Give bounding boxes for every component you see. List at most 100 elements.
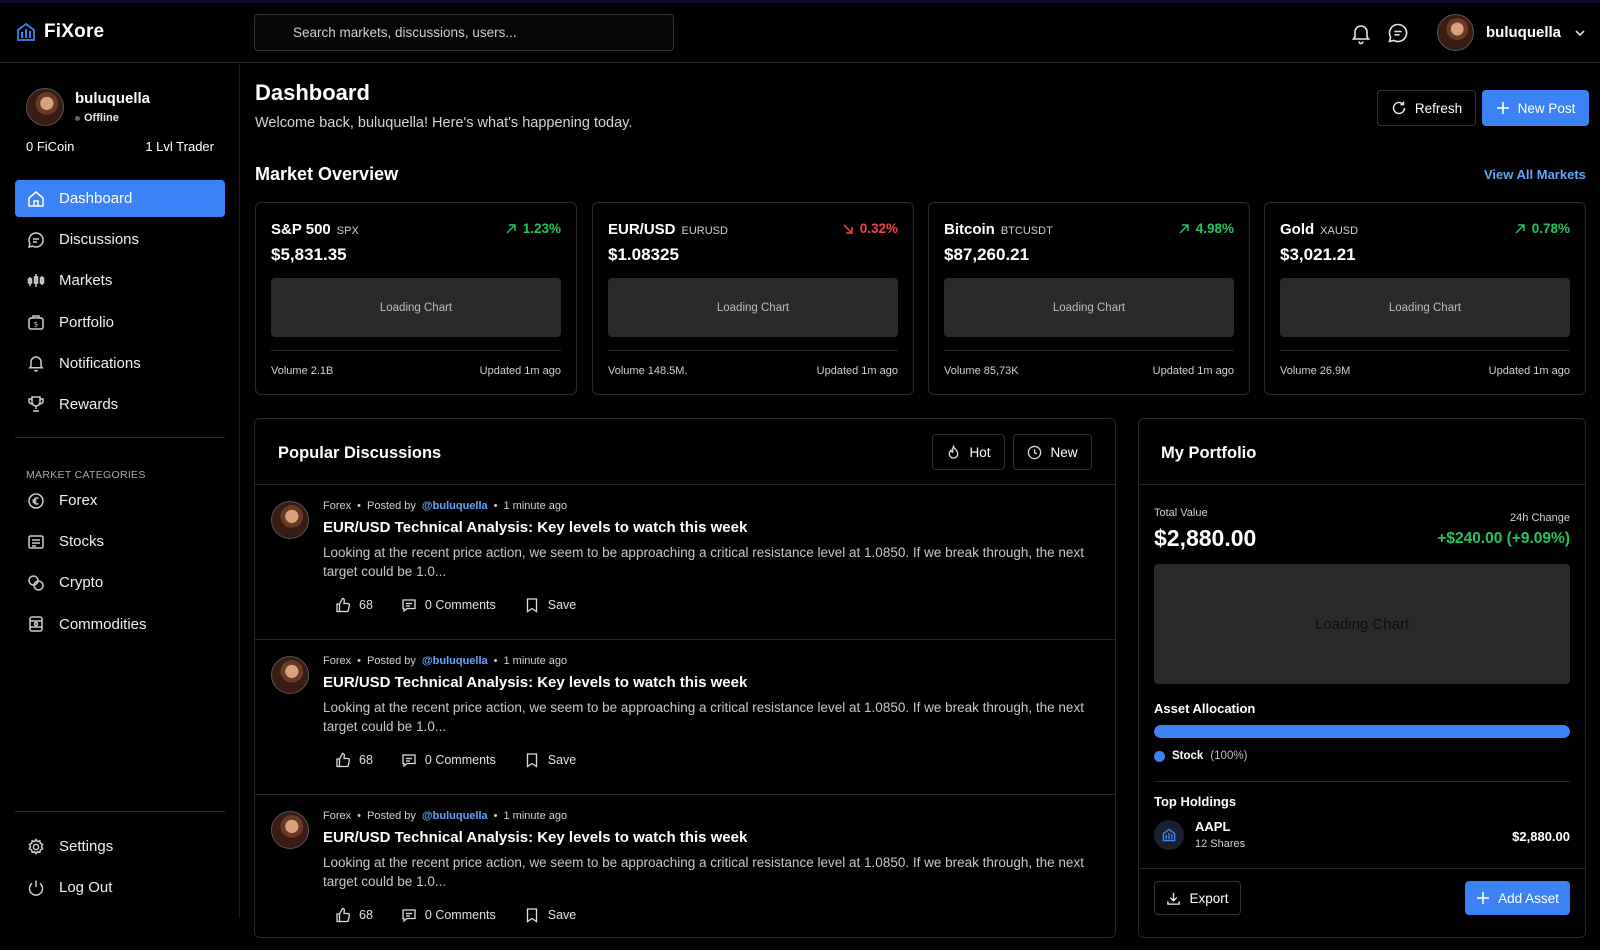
- user-menu[interactable]: buluquella: [1437, 14, 1587, 51]
- add-asset-label: Add Asset: [1498, 890, 1559, 906]
- nav-item-settings[interactable]: Settings: [15, 828, 225, 865]
- post-time: 1 minute ago: [503, 810, 568, 822]
- comments-button[interactable]: 0 Comments: [401, 907, 496, 923]
- discussion-post[interactable]: Forex • Posted by @buluquella • 1 minute a…: [255, 640, 1115, 795]
- market-name-text: Bitcoin: [944, 221, 995, 238]
- app-logo[interactable]: FiXore: [16, 21, 104, 43]
- nav-item-commodities[interactable]: Commodities: [15, 606, 225, 643]
- nav-item-discussions[interactable]: Discussions: [15, 221, 225, 258]
- add-asset-button[interactable]: Add Asset: [1465, 881, 1570, 915]
- discussion-post[interactable]: Forex • Posted by @buluquella • 1 minute a…: [255, 795, 1115, 950]
- export-label: Export: [1189, 890, 1229, 906]
- post-time: 1 minute ago: [503, 500, 568, 512]
- top-header: FiXore buluquella: [0, 3, 1600, 63]
- market-card[interactable]: EUR/USD EURUSD 0.32% $1.08325 Loading Cha…: [592, 202, 914, 395]
- logo-icon: [1162, 828, 1176, 842]
- new-filter-button[interactable]: New: [1013, 434, 1092, 470]
- ficoin-count: 0 FiCoin: [26, 139, 75, 154]
- nav-item-notifications[interactable]: Notifications: [15, 345, 225, 382]
- nav-item-stocks[interactable]: Stocks: [15, 523, 225, 560]
- discussion-post[interactable]: Forex • Posted by @buluquella • 1 minute a…: [255, 485, 1115, 640]
- market-card[interactable]: Bitcoin BTCUSDT 4.98% $87,260.21 Loading …: [928, 202, 1250, 395]
- market-change-value: 1.23%: [522, 221, 561, 236]
- panel-header: My Portfolio: [1139, 419, 1585, 485]
- power-icon: [28, 880, 44, 896]
- legend-percent: (100%): [1210, 750, 1248, 762]
- market-name: S&P 500 SPX: [271, 221, 359, 238]
- nav-item-crypto[interactable]: Crypto: [15, 564, 225, 601]
- nav-item-dashboard[interactable]: Dashboard: [15, 180, 225, 217]
- post-category[interactable]: Forex: [323, 810, 351, 822]
- avatar[interactable]: [26, 88, 64, 126]
- market-volume: Volume 2.1B: [271, 365, 334, 377]
- asset-allocation-label: Asset Allocation: [1154, 701, 1256, 716]
- nav-item-label: Log Out: [59, 879, 113, 897]
- panel-title: My Portfolio: [1161, 444, 1257, 462]
- chevron-down-icon: [1575, 29, 1585, 36]
- nav-item-markets[interactable]: Markets: [15, 262, 225, 299]
- divider: [15, 811, 225, 812]
- comment-icon: [402, 909, 416, 923]
- market-updated: Updated 1m ago: [816, 365, 898, 377]
- save-button[interactable]: Save: [524, 752, 576, 768]
- market-symbol: XAUSD: [1320, 225, 1359, 237]
- like-button[interactable]: 68: [335, 597, 373, 613]
- save-button[interactable]: Save: [524, 597, 576, 613]
- hot-filter-button[interactable]: Hot: [932, 434, 1005, 470]
- post-author-link[interactable]: @buluquella: [422, 810, 488, 822]
- post-category[interactable]: Forex: [323, 655, 351, 667]
- nav-item-portfolio[interactable]: $ Portfolio: [15, 304, 225, 341]
- nav-item-forex[interactable]: Forex: [15, 482, 225, 519]
- market-updated: Updated 1m ago: [479, 365, 561, 377]
- nav-item-logout[interactable]: Log Out: [15, 869, 225, 906]
- save-button[interactable]: Save: [524, 907, 576, 923]
- briefcase-icon: $: [28, 315, 44, 330]
- post-title[interactable]: EUR/USD Technical Analysis: Key levels t…: [323, 519, 747, 536]
- thumbs-up-icon: [336, 907, 351, 923]
- post-author-link[interactable]: @buluquella: [422, 655, 488, 667]
- post-category[interactable]: Forex: [323, 500, 351, 512]
- avatar[interactable]: [271, 811, 309, 849]
- comment-count: 0 Comments: [424, 908, 496, 922]
- home-icon: [28, 190, 44, 207]
- avatar[interactable]: [271, 501, 309, 539]
- post-author-link[interactable]: @buluquella: [422, 500, 488, 512]
- market-card[interactable]: S&P 500 SPX 1.23% $5,831.35 Loading Chart…: [255, 202, 577, 395]
- view-all-markets-link[interactable]: View All Markets: [1484, 167, 1586, 182]
- search-input[interactable]: [255, 15, 673, 50]
- market-change-value: 0.78%: [1531, 221, 1570, 236]
- stocks-icon: [28, 534, 44, 549]
- post-title[interactable]: EUR/USD Technical Analysis: Key levels t…: [323, 829, 747, 846]
- post-meta: Forex • Posted by @buluquella • 1 minute a…: [323, 500, 567, 512]
- markets-icon: [27, 273, 45, 287]
- plus-icon: [1477, 892, 1490, 904]
- status-text: Offline: [84, 112, 119, 124]
- comments-button[interactable]: 0 Comments: [401, 597, 496, 613]
- market-price: $3,021.21: [1280, 245, 1356, 264]
- like-button[interactable]: 68: [335, 752, 373, 768]
- new-post-button[interactable]: New Post: [1482, 90, 1589, 126]
- refresh-label: Refresh: [1414, 100, 1463, 116]
- like-button[interactable]: 68: [335, 907, 373, 923]
- market-card[interactable]: Gold XAUSD 0.78% $3,021.21 Loading Chart …: [1264, 202, 1586, 395]
- avatar[interactable]: [271, 656, 309, 694]
- nav-item-label: Commodities: [59, 615, 147, 633]
- nav-item-label: Portfolio: [59, 313, 115, 331]
- bell-icon[interactable]: [1349, 21, 1373, 45]
- nav-item-rewards[interactable]: Rewards: [15, 386, 225, 423]
- refresh-icon: [1392, 101, 1406, 115]
- nav-item-label: Dashboard: [59, 190, 133, 207]
- market-price: $5,831.35: [271, 245, 347, 264]
- market-change: 0.32%: [842, 221, 898, 236]
- header-username: buluquella: [1486, 24, 1561, 41]
- chart-placeholder: Loading Chart: [608, 278, 898, 337]
- messages-icon[interactable]: [1386, 21, 1410, 45]
- divider: [944, 350, 1234, 351]
- refresh-button[interactable]: Refresh: [1377, 90, 1476, 126]
- status-dot: [75, 115, 80, 121]
- download-icon: [1167, 892, 1181, 905]
- holding-symbol[interactable]: AAPL: [1195, 819, 1230, 834]
- comments-button[interactable]: 0 Comments: [401, 752, 496, 768]
- export-button[interactable]: Export: [1154, 881, 1241, 915]
- post-title[interactable]: EUR/USD Technical Analysis: Key levels t…: [323, 674, 747, 691]
